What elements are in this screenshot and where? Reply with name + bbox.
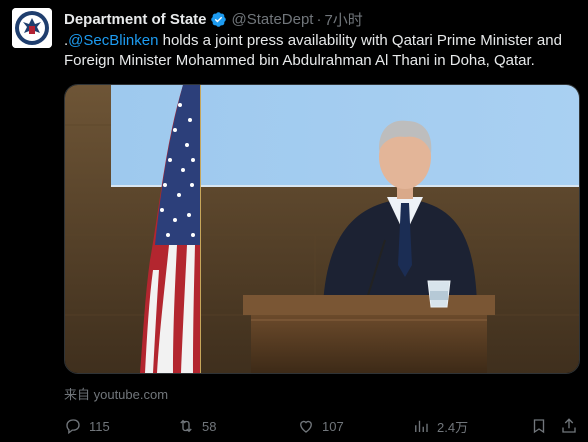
share-icon: [562, 418, 576, 433]
tweet-actions: 115 58 107 2.4万: [64, 416, 579, 438]
avatar[interactable]: [12, 8, 52, 48]
tweet-header: Department of State @StateDept · 7小时: [64, 9, 363, 29]
video-source[interactable]: 来自 youtube.com: [64, 384, 168, 403]
like-count: 107: [322, 418, 344, 434]
heart-icon: [300, 420, 312, 433]
bookmark-icon: [533, 419, 545, 434]
video-frame-image: [65, 85, 579, 373]
verified-badge-icon: [210, 11, 226, 27]
author-handle[interactable]: @StateDept: [232, 11, 314, 28]
reply-button[interactable]: 115: [64, 416, 110, 436]
analytics-icon: [415, 420, 428, 432]
repost-count: 58: [202, 418, 217, 434]
timestamp[interactable]: 7小时: [324, 9, 362, 30]
like-button[interactable]: 107: [297, 416, 344, 436]
share-button[interactable]: [560, 416, 578, 436]
views-button[interactable]: 2.4万: [412, 416, 468, 436]
separator: ·: [316, 10, 322, 28]
repost-icon: [180, 419, 192, 433]
mention-link[interactable]: @SecBlinken: [68, 32, 158, 49]
reply-icon: [66, 419, 80, 435]
video-thumbnail[interactable]: [64, 84, 580, 374]
bookmark-button[interactable]: [530, 416, 555, 436]
repost-button[interactable]: 58: [177, 416, 216, 436]
author-name[interactable]: Department of State: [64, 11, 207, 28]
tweet-text: .@SecBlinken holds a joint press availab…: [64, 31, 579, 71]
state-seal-icon: [12, 8, 52, 48]
view-count: 2.4万: [437, 419, 469, 435]
reply-count: 115: [89, 418, 110, 434]
